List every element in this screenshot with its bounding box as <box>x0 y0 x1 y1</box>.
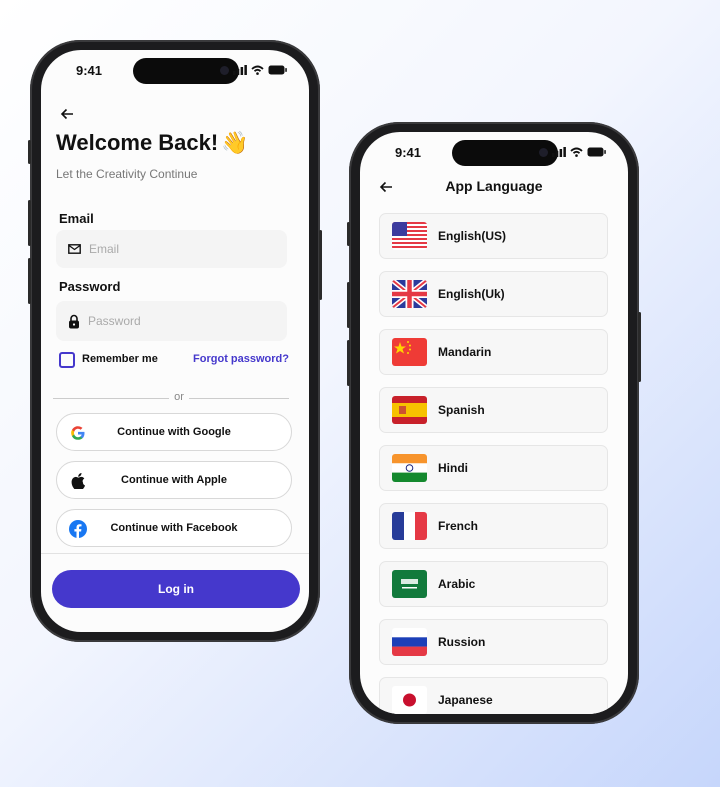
divider-left <box>53 398 169 399</box>
flag-uk-icon <box>392 280 427 308</box>
flag-us-icon <box>392 222 427 250</box>
email-field[interactable]: Email <box>56 230 287 268</box>
language-option-fr[interactable]: French <box>379 503 608 549</box>
language-label: Arabic <box>438 577 476 591</box>
page-title: Welcome Back! 👋 <box>56 130 249 155</box>
language-screen: 9:41 App Language English(US) English(Uk)… <box>360 132 628 714</box>
password-label: Password <box>59 279 121 294</box>
facebook-icon <box>69 520 87 538</box>
footer-divider <box>41 553 309 554</box>
email-placeholder: Email <box>89 242 120 256</box>
remember-me-checkbox[interactable] <box>59 352 75 368</box>
signal-icon <box>233 65 247 75</box>
language-label: English(Uk) <box>438 287 505 301</box>
divider-right <box>189 398 289 399</box>
back-arrow-icon[interactable] <box>60 108 74 120</box>
language-option-uk[interactable]: English(Uk) <box>379 271 608 317</box>
apple-icon <box>71 473 85 489</box>
language-option-us[interactable]: English(US) <box>379 213 608 259</box>
password-field[interactable]: Password <box>56 301 287 341</box>
signal-icon <box>552 147 566 157</box>
language-option-es[interactable]: Spanish <box>379 387 608 433</box>
flag-in-icon <box>392 454 427 482</box>
language-option-cn[interactable]: Mandarin <box>379 329 608 375</box>
status-time: 9:41 <box>76 63 103 78</box>
language-option-sa[interactable]: Arabic <box>379 561 608 607</box>
status-icons <box>233 65 287 75</box>
login-button[interactable]: Log in <box>52 570 300 608</box>
login-phone: 9:41 Welcome Back! 👋 Let the Creativity C… <box>28 40 322 642</box>
flag-jp-icon <box>392 686 427 714</box>
status-icons <box>552 147 606 157</box>
subtitle: Let the Creativity Continue <box>56 167 198 181</box>
language-label: Japanese <box>438 693 493 707</box>
remember-me-label[interactable]: Remember me <box>82 353 158 365</box>
wifi-icon <box>570 147 583 157</box>
flag-sa-icon <box>392 570 427 598</box>
flag-es-icon <box>392 396 427 424</box>
page-title: App Language <box>445 178 543 194</box>
divider-or: or <box>174 391 184 403</box>
dynamic-island <box>133 58 239 84</box>
language-label: Hindi <box>438 461 468 475</box>
apple-button[interactable]: Continue with Apple <box>56 461 292 499</box>
password-placeholder: Password <box>88 314 141 328</box>
flag-cn-icon <box>392 338 427 366</box>
language-label: Mandarin <box>438 345 492 359</box>
language-label: French <box>438 519 479 533</box>
language-option-in[interactable]: Hindi <box>379 445 608 491</box>
mail-icon <box>68 244 81 254</box>
google-icon <box>71 426 85 440</box>
language-label: English(US) <box>438 229 506 243</box>
language-option-jp[interactable]: Japanese <box>379 677 608 714</box>
login-screen: 9:41 Welcome Back! 👋 Let the Creativity C… <box>41 50 309 632</box>
flag-ru-icon <box>392 628 427 656</box>
battery-icon <box>587 147 606 157</box>
facebook-button[interactable]: Continue with Facebook <box>56 509 292 547</box>
dynamic-island <box>452 140 558 166</box>
email-label: Email <box>59 211 94 226</box>
language-label: Russion <box>438 635 486 649</box>
wifi-icon <box>251 65 264 75</box>
google-button[interactable]: Continue with Google <box>56 413 292 451</box>
flag-fr-icon <box>392 512 427 540</box>
language-label: Spanish <box>438 403 485 417</box>
language-option-ru[interactable]: Russion <box>379 619 608 665</box>
battery-icon <box>268 65 287 75</box>
language-phone: 9:41 App Language English(US) English(Uk)… <box>347 122 641 724</box>
lock-icon <box>69 314 79 328</box>
status-time: 9:41 <box>395 145 422 160</box>
waving-hand-icon: 👋 <box>221 130 249 155</box>
forgot-password-link[interactable]: Forgot password? <box>193 353 289 365</box>
